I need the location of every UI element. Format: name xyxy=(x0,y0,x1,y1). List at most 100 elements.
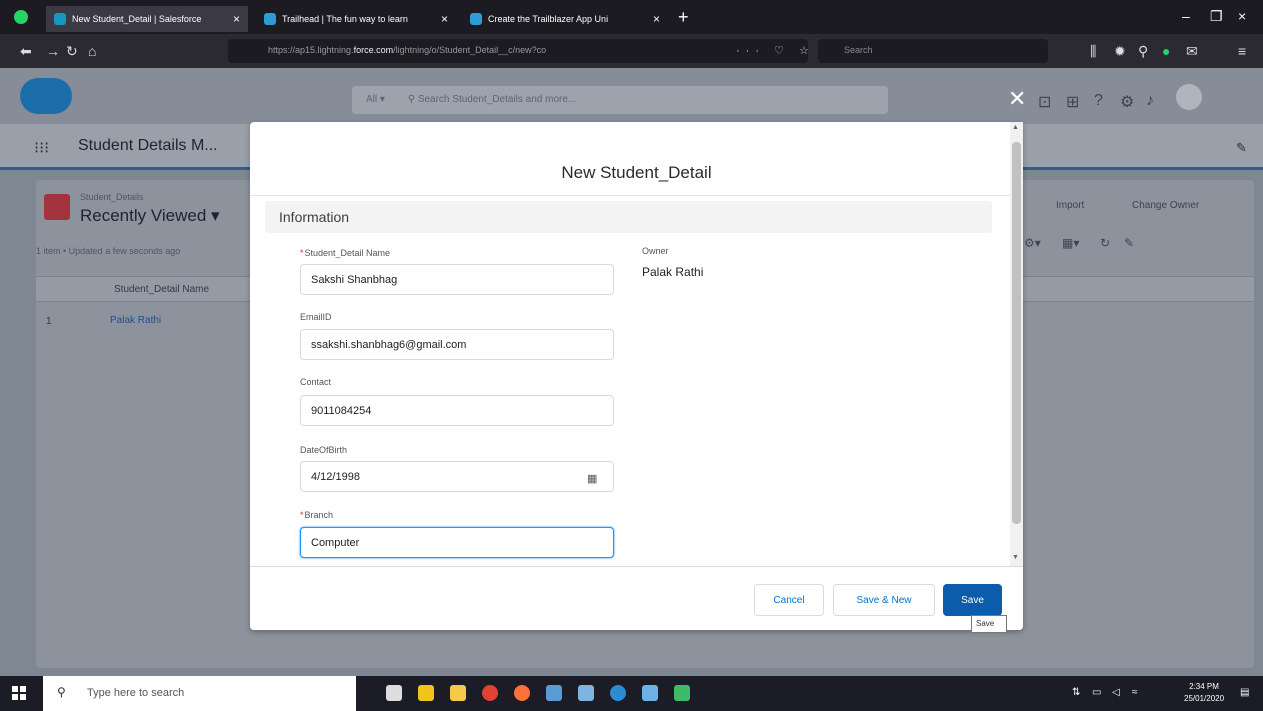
edit-nav-icon[interactable]: ✎ xyxy=(1236,140,1247,156)
salesforce-logo-icon xyxy=(20,78,72,114)
whatsapp-extension-icon[interactable]: ● xyxy=(1162,43,1170,59)
page-actions-icon[interactable]: ··· ♡ ☆ xyxy=(736,44,815,57)
app-name: Student Details M... xyxy=(78,137,218,154)
scrollbar-thumb[interactable] xyxy=(1012,142,1021,524)
setup-gear-icon[interactable]: ⚙ xyxy=(1120,92,1134,112)
close-tab-icon[interactable]: × xyxy=(441,12,448,26)
language-icon[interactable]: ≈ xyxy=(1132,687,1138,698)
maximize-icon[interactable]: ❐ xyxy=(1210,8,1223,25)
date-of-birth-input[interactable] xyxy=(300,461,614,492)
network-icon[interactable]: ⇅ xyxy=(1072,687,1080,698)
sticky-notes-icon[interactable] xyxy=(450,685,466,701)
firefox-icon[interactable] xyxy=(514,685,530,701)
object-icon xyxy=(44,194,70,220)
tab-label: Create the Trailblazer App Uni xyxy=(488,14,609,24)
search-scope: All xyxy=(366,94,378,105)
taskbar-search[interactable]: ⚲ Type here to search xyxy=(43,676,356,711)
dob-label: DateOfBirth xyxy=(300,445,348,455)
file-explorer-icon[interactable] xyxy=(418,685,434,701)
battery-icon[interactable]: ▭ xyxy=(1092,687,1101,698)
url-domain: force.com xyxy=(353,45,394,55)
import-button[interactable]: Import xyxy=(1056,200,1084,211)
section-information[interactable]: Information xyxy=(265,201,992,233)
email-label: EmailID xyxy=(300,312,332,322)
trailhead-favicon-icon xyxy=(470,13,482,25)
scroll-up-icon[interactable]: ▲ xyxy=(1012,124,1019,131)
close-tab-icon[interactable]: × xyxy=(233,12,240,26)
cancel-button[interactable]: Cancel xyxy=(754,584,824,616)
list-settings-icon[interactable]: ⚙▾ xyxy=(1024,236,1041,250)
forward-icon[interactable]: → xyxy=(46,43,60,59)
url-bar[interactable]: https://ap15.lightning.force.com/lightni… xyxy=(228,39,808,63)
app-icon[interactable] xyxy=(578,685,594,701)
refresh-icon[interactable]: ↻ xyxy=(1100,236,1110,250)
close-tab-icon[interactable]: × xyxy=(653,12,660,26)
app-icon[interactable] xyxy=(610,685,626,701)
minimize-icon[interactable]: – xyxy=(1182,8,1190,24)
modal-scrollbar[interactable]: ▲ ▼ xyxy=(1010,122,1023,566)
change-owner-button[interactable]: Change Owner xyxy=(1132,200,1199,211)
chrome-icon[interactable] xyxy=(482,685,498,701)
close-window-icon[interactable]: × xyxy=(1238,8,1246,24)
notifications-bell-icon[interactable]: ♪ xyxy=(1146,92,1154,110)
contact-input[interactable] xyxy=(300,395,614,426)
whatsapp-icon[interactable] xyxy=(14,10,28,24)
email-input[interactable] xyxy=(300,329,614,360)
inline-edit-icon[interactable]: ✎ xyxy=(1124,236,1134,250)
name-label-text: Student_Detail Name xyxy=(304,248,391,258)
display-as-icon[interactable]: ▦▾ xyxy=(1062,236,1079,250)
salesforce-favicon-icon xyxy=(54,13,66,25)
library-icon[interactable]: ⫼ xyxy=(1090,43,1096,60)
student-name-input[interactable] xyxy=(300,264,614,295)
tab-trailhead[interactable]: Trailhead | The fun way to learn × xyxy=(256,6,456,32)
owner-value: Palak Rathi xyxy=(642,265,704,279)
notification-center-icon[interactable]: ▤ xyxy=(1240,687,1249,698)
help-icon[interactable]: ? xyxy=(1094,92,1103,110)
close-modal-icon[interactable]: ✕ xyxy=(1008,86,1026,112)
tab-trailblazer[interactable]: Create the Trailblazer App Uni × xyxy=(462,6,668,32)
branch-label: *Branch xyxy=(300,510,333,520)
browser-tab-bar: New Student_Detail | Salesforce × Trailh… xyxy=(0,0,1263,34)
row-number: 1 xyxy=(46,316,52,327)
avatar[interactable] xyxy=(1176,84,1202,110)
tab-salesforce[interactable]: New Student_Detail | Salesforce × xyxy=(46,6,248,32)
menu-icon[interactable]: ≡ xyxy=(1238,43,1246,59)
reload-icon[interactable]: ↻ xyxy=(66,43,78,60)
branch-input[interactable] xyxy=(300,527,614,558)
app-icon[interactable] xyxy=(546,685,562,701)
volume-icon[interactable]: ◁ xyxy=(1112,687,1120,698)
global-search[interactable]: All ▾ ⚲ Search Student_Details and more.… xyxy=(352,86,888,114)
mail-icon[interactable]: ✉ xyxy=(1186,43,1198,60)
list-view-title: Recently Viewed xyxy=(80,206,207,225)
clock-date: 25/01/2020 xyxy=(1184,694,1225,703)
extension-icon[interactable]: ✹ xyxy=(1114,43,1126,60)
tab-label: New Student_Detail | Salesforce xyxy=(72,14,202,24)
zoom-icon[interactable]: ⚲ xyxy=(1138,43,1148,60)
record-link[interactable]: Palak Rathi xyxy=(110,315,161,326)
save-button[interactable]: Save xyxy=(943,584,1002,616)
section-title: Information xyxy=(279,209,350,225)
task-view-icon[interactable] xyxy=(386,685,402,701)
calendar-icon[interactable]: ▦ xyxy=(587,472,597,485)
browser-search-box[interactable]: Search xyxy=(818,39,1048,63)
app-icon[interactable] xyxy=(642,685,658,701)
app-launcher-icon[interactable]: ⁝⁝⁝ xyxy=(34,138,49,158)
taskbar-search-placeholder: Type here to search xyxy=(87,687,185,699)
app-icon[interactable] xyxy=(674,685,690,701)
windows-start-icon[interactable] xyxy=(12,686,26,700)
clock-time: 2:34 PM xyxy=(1189,682,1219,691)
tab-label: Trailhead | The fun way to learn xyxy=(282,14,408,24)
scroll-down-icon[interactable]: ▼ xyxy=(1012,554,1019,561)
new-tab-icon[interactable]: + xyxy=(678,7,689,28)
back-icon[interactable]: ⬅ xyxy=(20,43,32,60)
save-and-new-button[interactable]: Save & New xyxy=(833,584,935,616)
list-view-selector[interactable]: Recently Viewed ▾ xyxy=(80,206,220,226)
favorites-icon[interactable]: ⊡ xyxy=(1038,92,1051,112)
search-icon: ⚲ xyxy=(407,94,416,105)
column-header-name[interactable]: Student_Detail Name xyxy=(114,284,209,295)
home-icon[interactable]: ⌂ xyxy=(88,43,96,59)
browser-nav-bar: ⬅ → ↻ ⌂ https://ap15.lightning.force.com… xyxy=(0,34,1263,68)
add-icon[interactable]: ⊞ xyxy=(1066,92,1079,112)
owner-label: Owner xyxy=(642,246,669,256)
system-clock[interactable]: 2:34 PM 25/01/2020 xyxy=(1184,681,1224,705)
